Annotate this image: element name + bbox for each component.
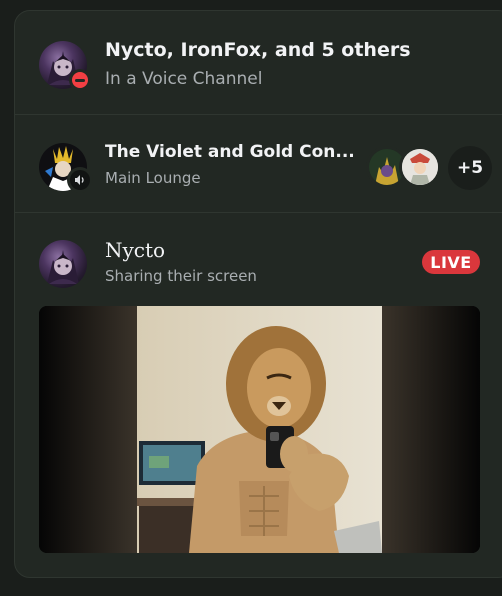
server-title: The Violet and Gold Con... [105,142,355,162]
stream-subtitle: Sharing their screen [105,267,257,285]
participant-avatar [399,146,441,188]
group-title: Nycto, IronFox, and 5 others [105,39,411,61]
dnd-status-icon [69,69,91,91]
group-subtitle: In a Voice Channel [105,69,263,89]
speaker-badge [67,167,93,193]
channel-name: Main Lounge [105,169,201,187]
divider [15,114,502,115]
extra-participants-count: +5 [448,146,492,190]
stream-frame-image [39,306,480,553]
divider [15,212,502,213]
streamer-avatar [39,240,87,288]
speaker-icon [75,175,84,185]
streamer-name: Nycto [105,238,166,262]
live-badge: LIVE [422,250,480,274]
stream-preview[interactable] [39,306,480,553]
